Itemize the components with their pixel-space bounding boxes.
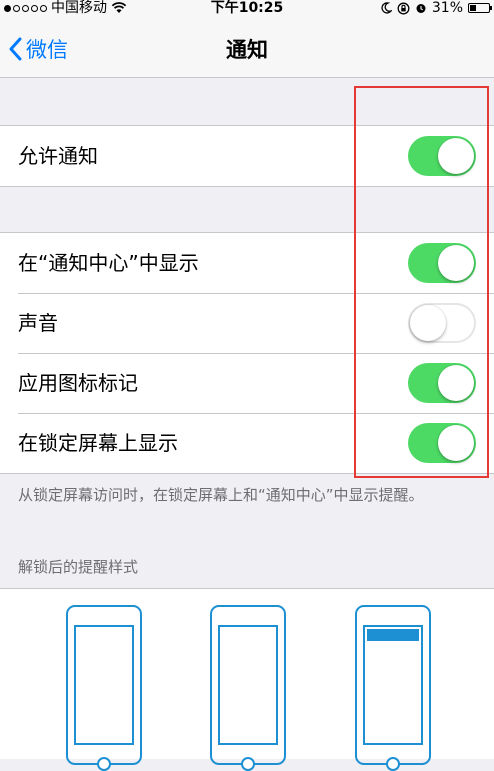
settings-row-badge-app-icon: 应用图标标记: [0, 353, 494, 413]
alert-style-panel: [0, 588, 494, 771]
rotation-lock-icon: [397, 2, 410, 14]
row-label: 应用图标标记: [18, 371, 138, 395]
status-bar: 中国移动 下午10:25 31%: [0, 0, 494, 16]
lock-screen-footnote: 从锁定屏幕访问时，在锁定屏幕上和“通知中心”中显示提醒。: [18, 486, 424, 504]
toggle-knob: [410, 305, 446, 341]
row-label: 允许通知: [18, 144, 98, 168]
settings-row-allow-notifications: 允许通知: [0, 126, 494, 186]
settings-row-sounds: 声音: [0, 293, 494, 353]
status-right: 31%: [381, 0, 492, 16]
moon-icon: [381, 2, 392, 14]
phone-screen: [363, 625, 423, 745]
show-on-lock-screen-toggle[interactable]: [408, 423, 476, 463]
navigation-bar: 微信 通知: [0, 16, 494, 78]
toggle-knob: [438, 365, 474, 401]
battery-icon: [468, 3, 492, 13]
allow-notifications-group: 允许通知: [0, 125, 494, 187]
phone-screen: [74, 625, 134, 745]
row-label: 声音: [18, 311, 58, 335]
page-title: 通知: [226, 38, 268, 62]
phone-screen: [218, 625, 278, 745]
badge-app-icon-toggle[interactable]: [408, 363, 476, 403]
alarm-clock-icon: [416, 4, 426, 13]
banner-preview: [367, 629, 419, 641]
home-button-icon: [97, 757, 111, 771]
alert-style-section-header: 解锁后的提醒样式: [18, 558, 139, 576]
alert-style-banner-option[interactable]: [210, 605, 286, 771]
allow-notifications-toggle[interactable]: [408, 136, 476, 176]
row-label: 在“通知中心”中显示: [18, 251, 199, 275]
alert-style-none-option[interactable]: [66, 605, 142, 771]
battery-percent: 31%: [431, 0, 463, 16]
settings-row-show-in-notification-center: 在“通知中心”中显示: [0, 233, 494, 293]
show-in-notification-center-toggle[interactable]: [408, 243, 476, 283]
home-button-icon: [241, 757, 255, 771]
sounds-toggle[interactable]: [408, 303, 476, 343]
toggle-knob: [438, 138, 474, 174]
toggle-knob: [438, 245, 474, 281]
home-button-icon: [386, 757, 400, 771]
notification-options-group: 在“通知中心”中显示 声音 应用图标标记 在锁定屏幕上显示: [0, 232, 494, 474]
settings-row-show-on-lock-screen: 在锁定屏幕上显示: [0, 413, 494, 473]
alert-style-alert-option[interactable]: [355, 605, 431, 771]
row-label: 在锁定屏幕上显示: [18, 431, 178, 455]
toggle-knob: [438, 425, 474, 461]
